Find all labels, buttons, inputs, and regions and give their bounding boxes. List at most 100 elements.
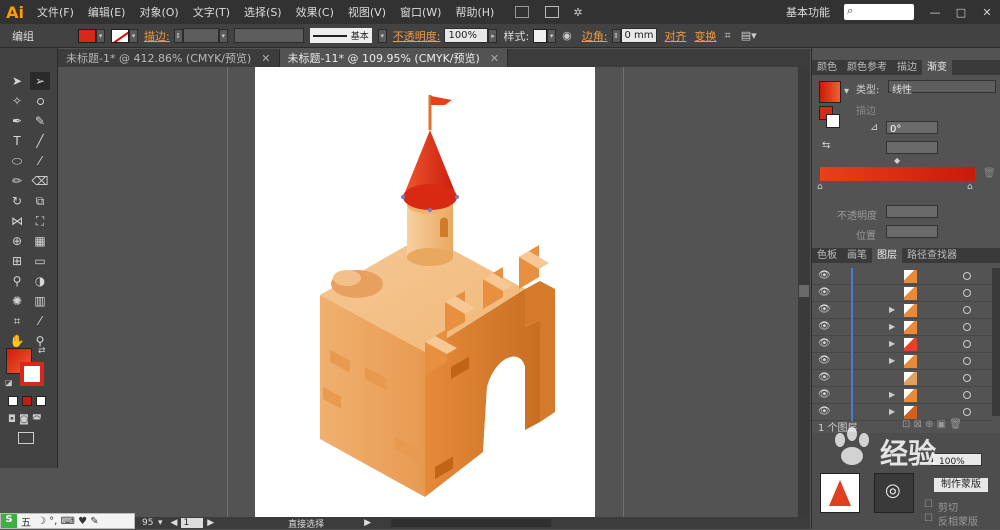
target-circle-icon[interactable] [963, 306, 971, 314]
visibility-eye-icon[interactable]: 👁 [818, 321, 831, 332]
tab-document-1-close-icon[interactable]: ✕ [261, 52, 270, 65]
tab-gradient[interactable]: 渐变 [922, 60, 952, 75]
gradient-stop-left[interactable]: ⌂ [817, 182, 823, 192]
selection-tool-icon[interactable]: ➤ [7, 72, 27, 90]
vertical-scrollbar[interactable] [798, 67, 810, 517]
menu-file[interactable]: 文件(F) [30, 4, 81, 20]
target-circle-icon[interactable] [963, 408, 971, 416]
menu-help[interactable]: 帮助(H) [448, 4, 501, 20]
tab-stroke[interactable]: 描边 [892, 60, 922, 75]
tab-layers[interactable]: 图层 [872, 248, 902, 263]
recolor-icon[interactable]: ◉ [562, 29, 572, 42]
none-mode-button[interactable] [36, 396, 46, 406]
ime-symbols[interactable]: ☽ °, ⌨ ♥ ✎ [37, 516, 99, 527]
pencil-tool-icon[interactable]: ✏ [7, 172, 27, 190]
layer-row[interactable]: 👁 ▶ [812, 319, 992, 336]
tab-swatches[interactable]: 色板 [812, 248, 842, 263]
align-link[interactable]: 对齐 [665, 28, 687, 44]
swap-colors-icon[interactable]: ⇄ [38, 346, 46, 356]
tab-pathfinder[interactable]: 路径查找器 [902, 248, 962, 263]
target-circle-icon[interactable] [963, 374, 971, 382]
stroke-dropdown[interactable]: ▾ [129, 28, 138, 43]
zoom-dropdown-icon[interactable]: ▾ [158, 518, 163, 528]
slice-tool-icon[interactable]: ⁄ [30, 312, 50, 330]
layer-row[interactable]: 👁 [812, 285, 992, 302]
menu-effect[interactable]: 效果(C) [289, 4, 341, 20]
visibility-eye-icon[interactable]: 👁 [818, 355, 831, 366]
gradient-slider[interactable] [820, 167, 975, 181]
bridge-icon[interactable] [515, 6, 530, 18]
artboard[interactable] [255, 67, 595, 517]
expand-triangle-icon[interactable]: ▶ [889, 305, 895, 314]
ime-logo-icon[interactable]: S [1, 514, 17, 528]
maximize-button[interactable]: □ [948, 0, 974, 24]
tab-brushes[interactable]: 画笔 [842, 248, 872, 263]
width-tool-icon[interactable]: ⋈ [7, 212, 27, 230]
direct-selection-tool-icon[interactable]: ➢ [30, 72, 50, 90]
target-circle-icon[interactable] [963, 289, 971, 297]
opacity-dropdown[interactable]: ▸ [488, 28, 498, 43]
stroke-label[interactable]: 描边: [144, 28, 170, 44]
curvature-tool-icon[interactable]: ✎ [30, 112, 50, 130]
magic-wand-tool-icon[interactable]: ✧ [7, 92, 27, 110]
visibility-eye-icon[interactable]: 👁 [818, 406, 831, 417]
stroke-swatch[interactable] [111, 28, 129, 43]
color-mode-button[interactable] [8, 396, 18, 406]
eyedropper-tool-icon[interactable]: ⚲ [7, 272, 27, 290]
ellipse-tool-icon[interactable]: ⬭ [7, 152, 27, 170]
minimize-button[interactable]: — [922, 0, 948, 24]
visibility-eye-icon[interactable]: 👁 [818, 372, 831, 383]
workspace-switcher[interactable]: 基本功能 [786, 4, 830, 20]
fill-stroke-mini-stroke[interactable] [826, 114, 840, 128]
lasso-tool-icon[interactable]: ഠ [30, 92, 50, 110]
paintbrush-tool-icon[interactable]: ⁄ [30, 152, 50, 170]
search-field[interactable]: ⌕ [844, 4, 914, 20]
visibility-eye-icon[interactable]: 👁 [818, 389, 831, 400]
panel-menu-icon[interactable]: ▤▾ [741, 29, 757, 42]
artboard-tool-icon[interactable]: ⌗ [7, 312, 27, 330]
stroke-weight-field[interactable] [182, 28, 219, 43]
layer-row[interactable]: 👁 ▶ [812, 302, 992, 319]
target-circle-icon[interactable] [963, 340, 971, 348]
tab-color[interactable]: 颜色 [812, 60, 842, 75]
prev-artboard-icon[interactable]: ◀ [171, 518, 178, 528]
shape-builder-tool-icon[interactable]: ⊕ [7, 232, 27, 250]
screen-mode-icon[interactable] [18, 432, 34, 444]
corner-field[interactable]: 0 mm [620, 28, 657, 43]
line-tool-icon[interactable]: ╱ [30, 132, 50, 150]
tab-color-guide[interactable]: 颜色参考 [842, 60, 892, 75]
aspect-ratio-field[interactable] [886, 141, 938, 154]
mesh-tool-icon[interactable]: ⊞ [7, 252, 27, 270]
canvas-area[interactable] [58, 67, 798, 517]
vertical-scroll-thumb[interactable] [799, 285, 809, 297]
gradient-mode-button[interactable] [22, 396, 32, 406]
layer-row[interactable]: 👁 ▶ [812, 336, 992, 353]
type-tool-icon[interactable]: T [7, 132, 27, 150]
arrange-docs-icon[interactable] [545, 6, 560, 18]
layer-row[interactable]: 👁 ▶ [812, 387, 992, 404]
transform-link[interactable]: 变换 [695, 28, 717, 44]
expand-triangle-icon[interactable]: ▶ [889, 390, 895, 399]
perspective-grid-tool-icon[interactable]: ▦ [30, 232, 50, 250]
gradient-preview-swatch[interactable] [819, 81, 841, 103]
artboard-number[interactable]: 1 [181, 518, 204, 528]
style-swatch[interactable] [533, 28, 548, 43]
opacity-label[interactable]: 不透明度: [393, 28, 441, 44]
expand-triangle-icon[interactable]: ▶ [889, 407, 895, 416]
gradient-tool-icon[interactable]: ▭ [30, 252, 50, 270]
scale-tool-icon[interactable]: ⧉ [30, 192, 50, 210]
gradient-preview-dropdown-icon[interactable]: ▾ [844, 86, 849, 97]
tab-document-11-close-icon[interactable]: ✕ [490, 52, 499, 65]
visibility-eye-icon[interactable]: 👁 [818, 338, 831, 349]
tab-document-1[interactable]: 未标题-1* @ 412.86% (CMYK/预览) ✕ [58, 49, 280, 67]
menu-window[interactable]: 窗口(W) [393, 4, 448, 20]
menu-select[interactable]: 选择(S) [237, 4, 289, 20]
layer-row[interactable]: 👁 [812, 268, 992, 285]
stop-position-field[interactable] [886, 225, 938, 238]
gradient-stop-right[interactable]: ⌂ [967, 182, 973, 192]
angle-field[interactable]: 0° [886, 121, 938, 135]
default-colors-icon[interactable]: ◪ [5, 378, 13, 387]
symbol-sprayer-tool-icon[interactable]: ✺ [7, 292, 27, 310]
style-dropdown[interactable]: ▾ [547, 28, 557, 43]
stroke-profile-value[interactable]: 基本 [351, 29, 369, 42]
